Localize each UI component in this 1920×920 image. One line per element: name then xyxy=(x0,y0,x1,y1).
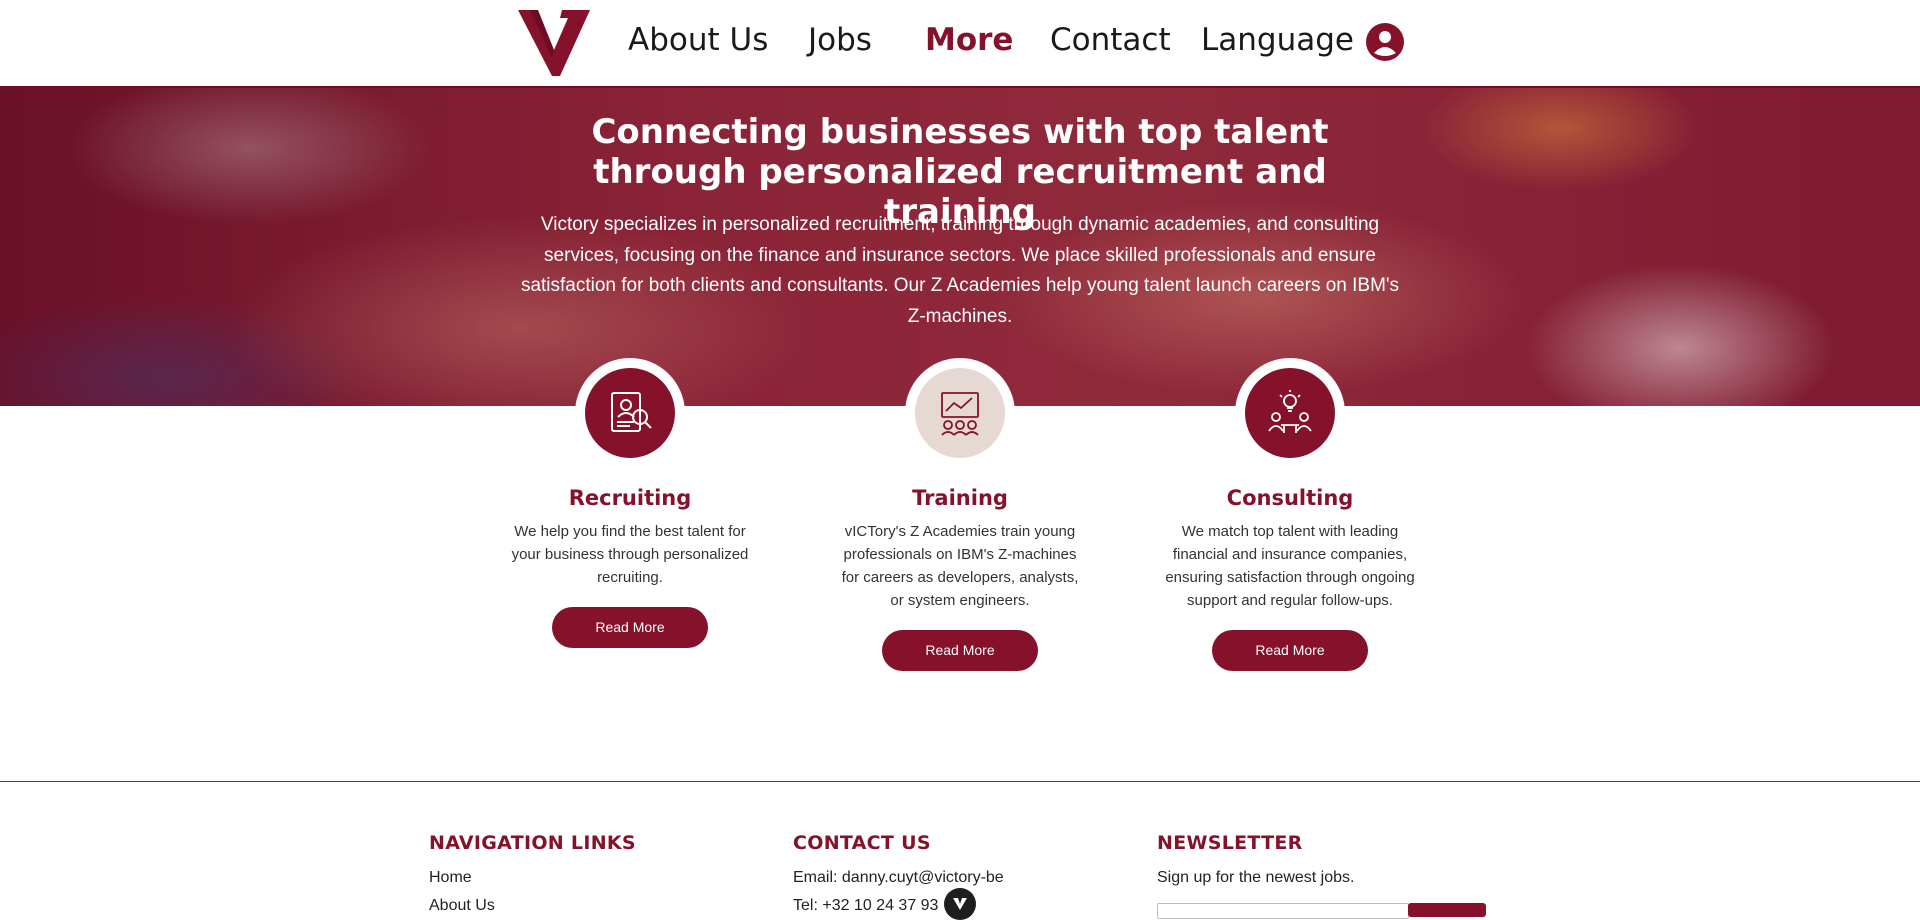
footer-navigation: NAVIGATION LINKS Home About Us xyxy=(429,832,636,920)
service-description: We help you find the best talent for you… xyxy=(511,523,749,586)
service-card-recruiting: Recruiting We help you find the best tal… xyxy=(500,358,760,648)
footer-nav-heading: NAVIGATION LINKS xyxy=(429,832,636,854)
idea-meeting-icon xyxy=(1245,368,1335,458)
victory-v-small-icon xyxy=(953,898,967,910)
footer-newsletter: NEWSLETTER Sign up for the newest jobs. xyxy=(1157,832,1354,892)
service-icon-frame xyxy=(905,358,1015,468)
service-card-training: Training vICTory's Z Academies train you… xyxy=(830,358,1090,671)
service-description: vICTory's Z Academies train young profes… xyxy=(841,523,1079,609)
footer-link-home[interactable]: Home xyxy=(429,864,636,892)
newsletter-email-input[interactable] xyxy=(1157,903,1409,919)
presentation-board-icon xyxy=(915,368,1005,458)
read-more-button[interactable]: Read More xyxy=(1212,630,1368,671)
footer-email: Email: danny.cuyt@victory-be xyxy=(793,869,1004,886)
nav-jobs[interactable]: Jobs xyxy=(808,22,872,58)
user-circle-icon[interactable] xyxy=(1366,23,1404,61)
nav-about-us[interactable]: About Us xyxy=(628,22,768,58)
victory-v-logo[interactable] xyxy=(516,8,592,78)
read-more-button[interactable]: Read More xyxy=(552,607,708,648)
footer-newsletter-heading: NEWSLETTER xyxy=(1157,832,1303,854)
site-header: About Us Jobs More Contact Language xyxy=(0,0,1920,88)
service-icon-frame xyxy=(575,358,685,468)
newsletter-submit-button[interactable] xyxy=(1408,903,1486,917)
service-title: Training xyxy=(912,486,1008,510)
service-title: Recruiting xyxy=(568,486,692,510)
nav-more[interactable]: More xyxy=(925,22,1013,58)
nav-language[interactable]: Language xyxy=(1201,22,1354,58)
hero-description: Victory specializes in personalized recr… xyxy=(520,214,1400,327)
footer-divider xyxy=(0,781,1920,782)
service-card-consulting: Consulting We match top talent with lead… xyxy=(1160,358,1420,671)
resume-search-icon xyxy=(585,368,675,458)
read-more-button[interactable]: Read More xyxy=(882,630,1038,671)
service-description: We match top talent with leading financi… xyxy=(1165,523,1415,609)
footer-link-about-us[interactable]: About Us xyxy=(429,892,636,920)
nav-contact[interactable]: Contact xyxy=(1050,22,1171,58)
scroll-top-button[interactable] xyxy=(944,888,976,920)
service-title: Consulting xyxy=(1226,486,1354,510)
service-icon-frame xyxy=(1235,358,1345,468)
footer-contact-heading: CONTACT US xyxy=(793,832,931,854)
newsletter-text: Sign up for the newest jobs. xyxy=(1157,869,1355,886)
